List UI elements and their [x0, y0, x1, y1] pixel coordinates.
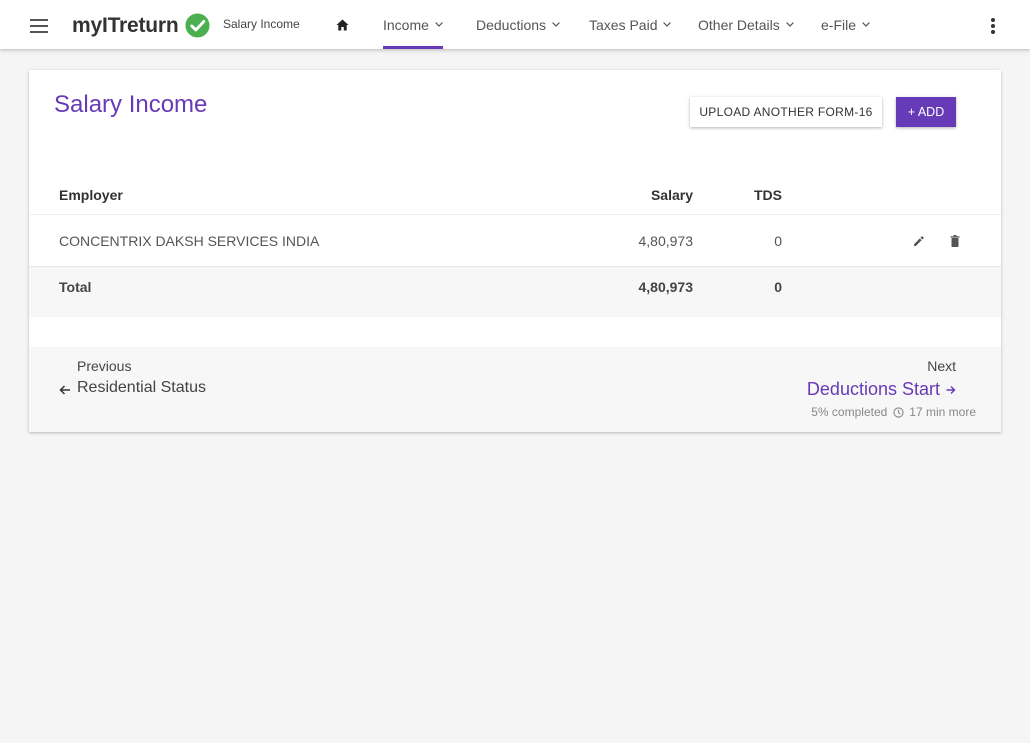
nav-other-details-label: Other Details — [698, 16, 780, 33]
edit-icon[interactable] — [913, 235, 925, 247]
nav-income-label: Income — [383, 16, 429, 33]
tds-value: 0 — [774, 233, 782, 249]
next-label: Next — [927, 358, 956, 374]
nav-other-details[interactable]: Other Details — [698, 0, 794, 49]
nav-e-file[interactable]: e-File — [821, 0, 870, 49]
logo-text: myITreturn — [72, 13, 179, 37]
arrow-back-icon[interactable] — [59, 384, 71, 396]
step-navigation: Previous Residential Status Next Deducti… — [29, 347, 1001, 432]
check-circle-icon — [185, 13, 210, 38]
chevron-down-icon — [435, 22, 443, 27]
total-tds: 0 — [774, 279, 782, 295]
chevron-down-icon — [552, 22, 560, 27]
previous-label: Previous — [77, 358, 132, 374]
chevron-down-icon — [663, 22, 672, 27]
next-step-link[interactable]: Deductions Start — [807, 379, 956, 400]
clock-icon — [893, 406, 904, 418]
employer-name: CONCENTRIX DAKSH SERVICES INDIA — [59, 233, 320, 249]
table-header: Employer Salary TDS — [29, 175, 1001, 215]
nav-income[interactable]: Income — [383, 0, 443, 49]
column-employer: Employer — [59, 187, 123, 203]
previous-step-link[interactable]: Residential Status — [77, 379, 206, 397]
breadcrumb: Salary Income — [223, 17, 300, 31]
nav-deductions-label: Deductions — [476, 16, 547, 33]
column-salary: Salary — [650, 187, 693, 203]
table-row: CONCENTRIX DAKSH SERVICES INDIA 4,80,973… — [29, 216, 1001, 267]
logo[interactable]: myITreturn — [72, 13, 210, 38]
delete-icon[interactable] — [950, 235, 960, 247]
more-vert-icon[interactable] — [991, 18, 995, 34]
total-label: Total — [59, 279, 92, 295]
nav-deductions[interactable]: Deductions — [476, 0, 560, 49]
nav-taxes-paid[interactable]: Taxes Paid — [589, 0, 672, 49]
chevron-down-icon — [785, 22, 794, 27]
salary-value: 4,80,973 — [638, 233, 694, 249]
arrow-forward-icon — [946, 385, 956, 394]
salary-income-card: Salary Income UPLOAD ANOTHER FORM-16 + A… — [29, 70, 1001, 432]
nav-taxes-paid-label: Taxes Paid — [589, 16, 658, 33]
home-icon[interactable] — [336, 19, 349, 31]
upload-form16-button[interactable]: UPLOAD ANOTHER FORM-16 — [690, 97, 882, 127]
add-button[interactable]: + ADD — [896, 97, 956, 127]
top-app-bar: myITreturn Salary Income Income Deductio… — [0, 0, 1030, 49]
chevron-down-icon — [862, 22, 870, 27]
total-salary: 4,80,973 — [638, 279, 694, 295]
next-step-label: Deductions Start — [806, 379, 940, 399]
progress-text: 5% completed — [811, 405, 888, 419]
page-title: Salary Income — [54, 91, 208, 118]
nav-e-file-label: e-File — [821, 16, 857, 33]
time-remaining: 17 min more — [909, 405, 976, 419]
column-tds: TDS — [754, 187, 782, 203]
table-total-row: Total 4,80,973 0 — [29, 267, 1001, 317]
progress-info: 5% completed 17 min more — [811, 405, 976, 419]
hamburger-menu-icon[interactable] — [30, 19, 48, 33]
